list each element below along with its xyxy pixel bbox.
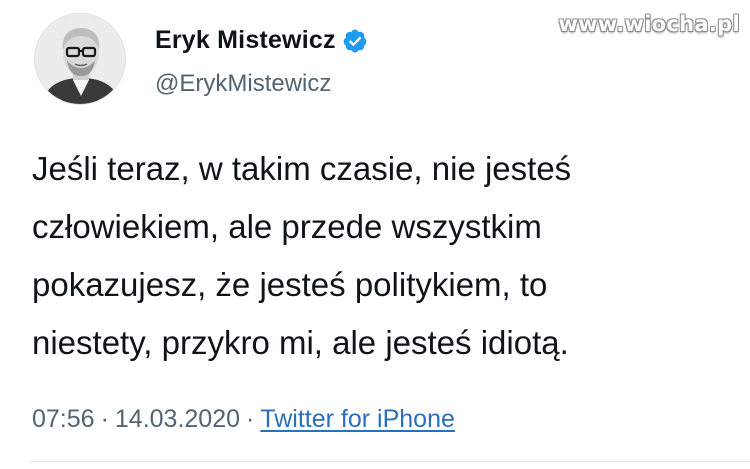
tweet-text-line: Jeśli teraz, w takim czasie, nie jesteś [32,150,572,187]
user-handle[interactable]: @ErykMistewicz [155,70,331,98]
meta-separator: · [100,405,109,433]
tweet-date[interactable]: 14.03.2020 [115,405,240,433]
divider [30,461,750,462]
tweet-source-link[interactable]: Twitter for iPhone [260,405,455,433]
tweet-header: Eryk Mistewicz @ErykMistewicz [30,10,730,105]
tweet-time[interactable]: 07:56 [32,405,95,433]
tweet-text-line: pokazujesz, że jesteś politykiem, to [32,266,548,303]
tweet-meta: 07:56 · 14.03.2020 · Twitter for iPhone [32,405,455,434]
verified-badge-icon [342,28,368,54]
tweet-text: Jeśli teraz, w takim czasie, nie jesteś … [32,140,722,372]
name-row: Eryk Mistewicz [155,26,368,55]
tweet-text-line: człowiekiem, ale przede wszystkim [32,208,542,245]
display-name[interactable]: Eryk Mistewicz [155,26,336,55]
avatar[interactable] [34,13,126,105]
meta-separator: · [246,405,255,433]
tweet-card: www.wiocha.pl Eryk Mistewicz @ErykMistew… [0,0,750,469]
tweet-text-line: niestety, przykro mi, ale jesteś idiotą. [32,324,569,361]
avatar-portrait-icon [35,14,125,104]
